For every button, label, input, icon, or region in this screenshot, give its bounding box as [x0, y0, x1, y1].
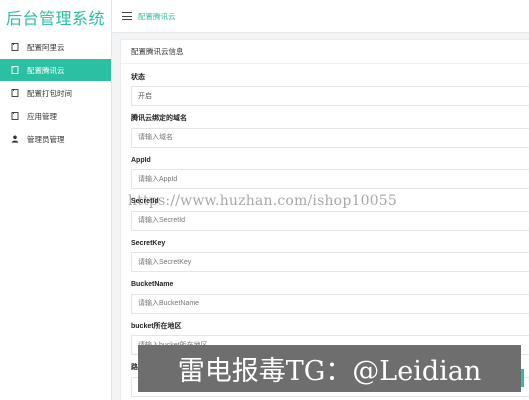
sidebar-item-label: 配置腾讯云 — [27, 65, 65, 75]
sidebar-item-label: 管理员管理 — [27, 134, 65, 144]
app-logo-title: 后台管理系统 — [5, 11, 105, 28]
file-icon — [10, 43, 19, 52]
user-icon — [10, 135, 19, 144]
sidebar-item-label: 配置打包时间 — [27, 88, 72, 98]
file-icon — [10, 66, 19, 75]
sidebar-nav: 配置阿里云 配置腾讯云 配置打包时间 应用管理 管理员管理 — [0, 36, 111, 150]
sidebar-item-package-time[interactable]: 配置打包时间 — [0, 82, 111, 104]
menu-toggle-icon[interactable] — [122, 12, 132, 20]
status-field[interactable] — [131, 86, 529, 106]
sidebar-item-tencent[interactable]: 配置腾讯云 — [0, 59, 111, 81]
secretkey-field[interactable] — [131, 252, 529, 272]
field-domain: 腾讯云绑定的域名 — [131, 113, 529, 148]
field-label: BucketName — [131, 281, 174, 288]
secretid-field[interactable] — [131, 210, 529, 231]
field-secretkey: SecretKey — [131, 238, 529, 272]
file-icon — [10, 112, 19, 121]
sidebar-item-label: 配置阿里云 — [27, 42, 65, 52]
field-label: 状态 — [131, 74, 145, 81]
sidebar-item-label: 应用管理 — [27, 111, 57, 121]
file-icon — [10, 89, 19, 98]
app-root: 后台管理系统 配置阿里云 配置腾讯云 配置打包时间 应用管理 管理员管理 配置腾… — [0, 0, 529, 400]
watermark-text: https://www.huzhan.com/ishop10055 — [128, 193, 398, 209]
sidebar-item-admin-management[interactable]: 管理员管理 — [0, 128, 111, 150]
topbar: 配置腾讯云 — [112, 0, 529, 33]
breadcrumb[interactable]: 配置腾讯云 — [138, 11, 176, 22]
domain-field[interactable] — [131, 127, 529, 148]
field-label: 腾讯云绑定的域名 — [131, 115, 187, 122]
panel-title: 配置腾讯云信息 — [121, 40, 529, 64]
overlay-banner-text: 雷电报毒TG：@Leidian — [177, 356, 482, 387]
field-label: SecretKey — [131, 239, 166, 247]
sidebar: 后台管理系统 配置阿里云 配置腾讯云 配置打包时间 应用管理 管理员管理 — [0, 0, 112, 400]
appid-field[interactable] — [131, 169, 529, 189]
field-label: bucket所在地区 — [131, 322, 182, 330]
sidebar-item-app-management[interactable]: 应用管理 — [0, 105, 111, 127]
field-bucketname: BucketName — [131, 279, 529, 314]
sidebar-item-aliyun[interactable]: 配置阿里云 — [0, 36, 111, 58]
bucketname-field[interactable] — [131, 293, 529, 314]
overlay-banner: 雷电报毒TG：@Leidian — [138, 345, 521, 392]
field-label: AppId — [131, 156, 151, 164]
field-appid: AppId — [131, 155, 529, 189]
field-status: 状态 — [131, 72, 529, 106]
